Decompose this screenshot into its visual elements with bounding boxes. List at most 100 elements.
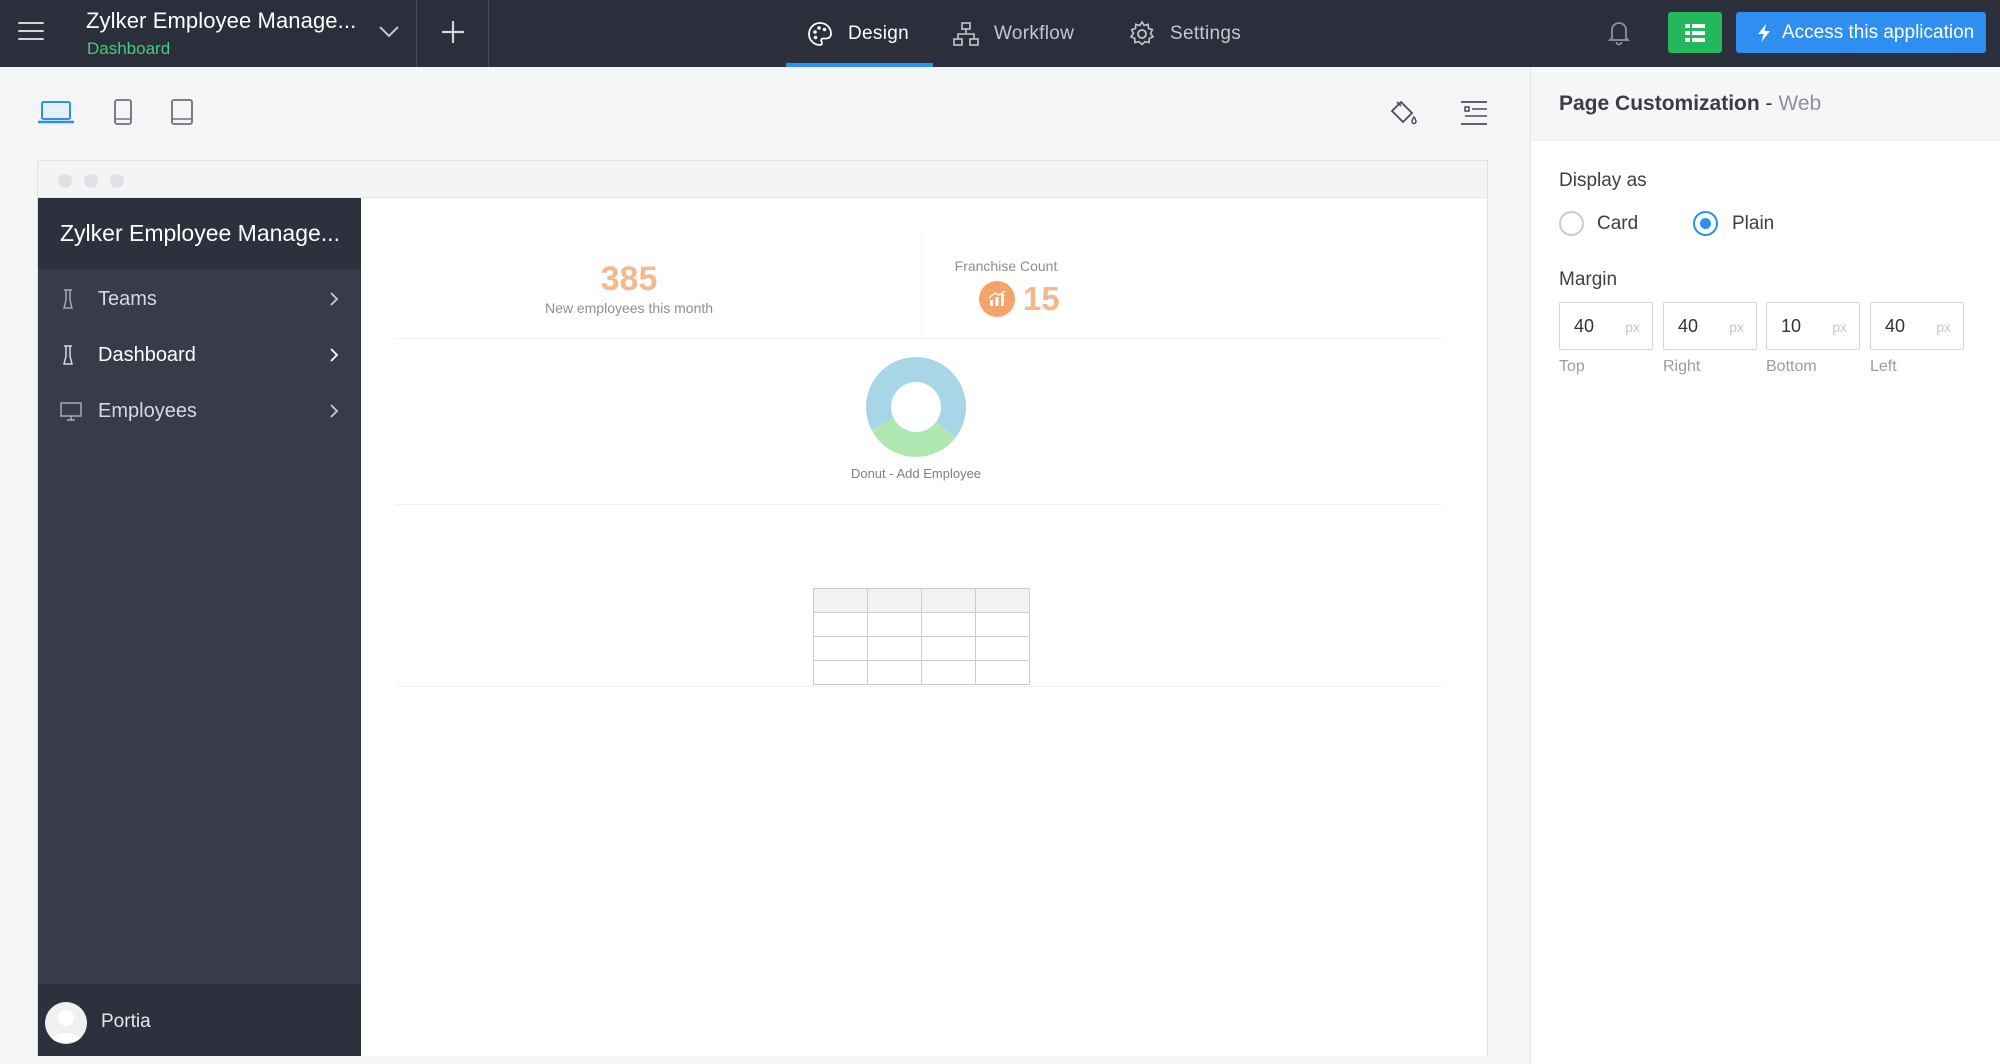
panel-title: Page Customization	[1559, 91, 1760, 115]
preview-frame: Zylker Employee Manage... Teams Dashboar…	[37, 160, 1488, 1056]
lightning-icon	[1758, 23, 1770, 42]
sidebar-item-employees[interactable]: Employees	[38, 386, 361, 436]
table-cell	[975, 636, 1030, 661]
access-application-button[interactable]: Access this application	[1736, 12, 1986, 53]
table-cell	[921, 612, 976, 637]
window-dot	[84, 174, 98, 188]
table-cell	[867, 636, 922, 661]
sidebar-item-teams[interactable]: Teams	[38, 274, 361, 324]
table-cell	[867, 588, 922, 613]
avatar	[45, 1002, 87, 1044]
gear-icon	[1129, 19, 1155, 46]
chevron-down-icon[interactable]	[376, 18, 402, 44]
divider	[921, 236, 922, 336]
franchise-value[interactable]: 15	[1023, 280, 1060, 318]
sidebar-item-label: Dashboard	[98, 343, 196, 366]
report-table[interactable]	[813, 588, 1030, 685]
margin-left-caption: Left	[1870, 358, 1897, 375]
tab-settings[interactable]: Settings	[1128, 0, 1241, 67]
panel-header: Page Customization - Web	[1531, 67, 2000, 141]
tablet-icon[interactable]	[112, 98, 134, 126]
paint-bucket-icon[interactable]	[1388, 98, 1418, 128]
table-row	[813, 588, 1030, 613]
monitor-icon	[60, 402, 82, 421]
chevron-right-icon	[330, 404, 339, 418]
margin-right-input[interactable]: 40 px	[1663, 302, 1757, 350]
kpi-value[interactable]: 385	[484, 260, 774, 299]
margin-right-value: 40	[1678, 316, 1699, 336]
user-profile[interactable]: Portia	[38, 984, 361, 1056]
table-cell	[867, 660, 922, 685]
form-layout-button[interactable]	[1668, 12, 1722, 53]
app-title[interactable]: Zylker Employee Manage...	[86, 8, 356, 34]
table-row	[813, 636, 1030, 661]
table-cell	[813, 636, 868, 661]
sidebar-app-title: Zylker Employee Manage...	[38, 198, 361, 269]
plain-radio[interactable]	[1693, 211, 1718, 236]
panel-title-suffix: Web	[1778, 91, 1822, 115]
tab-design-label: Design	[848, 22, 909, 44]
table-cell	[921, 588, 976, 613]
sidebar-item-dashboard[interactable]: Dashboard	[38, 330, 361, 380]
chevron-right-icon	[330, 348, 339, 362]
window-dot	[110, 174, 124, 188]
hamburger-menu-icon[interactable]	[18, 22, 44, 44]
divider	[416, 0, 417, 67]
unit-label: px	[1936, 319, 1951, 335]
margin-bottom-value: 10	[1781, 316, 1802, 336]
divider	[396, 686, 1442, 687]
table-cell	[975, 588, 1030, 613]
app-subtitle: Dashboard	[87, 39, 171, 58]
sidebar-item-label: Teams	[98, 287, 157, 310]
margin-right-caption: Right	[1663, 358, 1701, 375]
user-name: Portia	[101, 1011, 151, 1032]
laptop-icon[interactable]	[37, 98, 75, 126]
tab-workflow-label: Workflow	[994, 22, 1075, 44]
divider	[488, 0, 489, 67]
divider	[396, 338, 1442, 339]
table-cell	[813, 588, 868, 613]
dashboard-canvas: 385 New employees this month Franchise C…	[361, 198, 1487, 1056]
unit-label: px	[1832, 319, 1847, 335]
browser-bar	[38, 161, 1487, 198]
tab-design[interactable]: Design	[806, 0, 909, 67]
window-dot	[58, 174, 72, 188]
tab-workflow[interactable]: Workflow	[952, 0, 1074, 67]
layout-list-icon[interactable]	[1459, 98, 1489, 128]
table-cell	[813, 612, 868, 637]
table-row	[813, 612, 1030, 637]
card-radio-label[interactable]: Card	[1597, 213, 1638, 235]
margin-left-input[interactable]: 40 px	[1870, 302, 1964, 350]
chart-growth-icon	[979, 281, 1015, 317]
sidebar-item-label: Employees	[98, 399, 197, 422]
table-cell	[813, 660, 868, 685]
margin-top-value: 40	[1574, 316, 1595, 336]
margin-top-input[interactable]: 40 px	[1559, 302, 1653, 350]
list-form-icon	[1685, 23, 1705, 42]
table-row	[813, 660, 1030, 685]
bell-icon[interactable]	[1604, 17, 1634, 47]
display-as-label: Display as	[1559, 170, 1647, 191]
divider	[396, 504, 1442, 505]
chevron-right-icon	[330, 292, 339, 306]
active-tab-indicator	[786, 63, 933, 67]
user-avatar-icon	[50, 1010, 82, 1042]
page-customization-panel: Page Customization - Web Display as Card…	[1530, 67, 2000, 1064]
table-cell	[921, 660, 976, 685]
table-cell	[975, 660, 1030, 685]
mobile-icon[interactable]	[170, 98, 194, 126]
card-radio[interactable]	[1559, 211, 1584, 236]
flask-icon	[63, 289, 73, 309]
margin-bottom-caption: Bottom	[1766, 358, 1817, 375]
access-button-label: Access this application	[1782, 21, 1975, 43]
margin-top-caption: Top	[1559, 358, 1585, 375]
add-icon[interactable]	[437, 16, 469, 48]
margin-bottom-input[interactable]: 10 px	[1766, 302, 1860, 350]
plain-radio-label[interactable]: Plain	[1732, 213, 1774, 235]
donut-chart[interactable]	[866, 357, 966, 457]
panel-title-separator: -	[1759, 91, 1779, 115]
unit-label: px	[1729, 319, 1744, 335]
table-cell	[867, 612, 922, 637]
margin-label: Margin	[1559, 269, 1618, 290]
margin-left-value: 40	[1885, 316, 1906, 336]
